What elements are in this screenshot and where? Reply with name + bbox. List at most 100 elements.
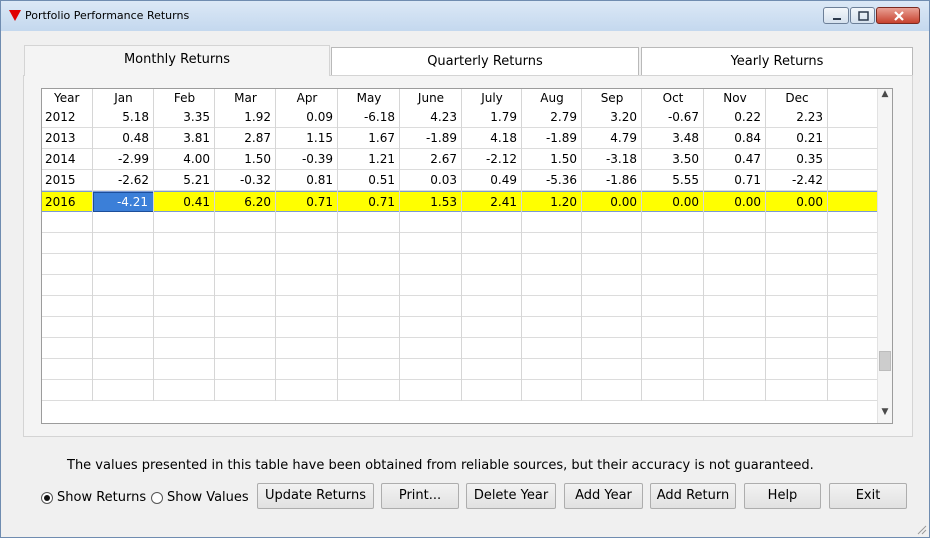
- vertical-scrollbar[interactable]: ▲ ▼: [877, 89, 892, 423]
- return-cell-dec[interactable]: 0.00: [766, 192, 828, 212]
- column-header-feb[interactable]: Feb: [154, 89, 215, 107]
- return-cell-oct[interactable]: 3.48: [642, 128, 704, 148]
- return-cell-aug[interactable]: -1.89: [522, 128, 582, 148]
- return-cell-sep[interactable]: -3.18: [582, 149, 642, 169]
- scroll-up-icon[interactable]: ▲: [878, 89, 892, 105]
- return-cell-feb[interactable]: 3.81: [154, 128, 215, 148]
- return-cell-apr[interactable]: -0.39: [276, 149, 338, 169]
- help-button[interactable]: Help: [744, 483, 821, 509]
- year-cell[interactable]: 2013: [42, 128, 93, 148]
- return-cell-mar[interactable]: 6.20: [215, 192, 276, 212]
- return-cell-nov[interactable]: 0.22: [704, 107, 766, 127]
- return-cell-feb[interactable]: 4.00: [154, 149, 215, 169]
- year-cell[interactable]: 2015: [42, 170, 93, 190]
- return-cell-june[interactable]: -1.89: [400, 128, 462, 148]
- return-cell-feb[interactable]: 0.41: [154, 192, 215, 212]
- return-cell-may[interactable]: 1.21: [338, 149, 400, 169]
- column-header-aug[interactable]: Aug: [522, 89, 582, 107]
- column-header-jan[interactable]: Jan: [93, 89, 154, 107]
- tab-yearly-returns[interactable]: Yearly Returns: [641, 47, 913, 75]
- column-header-july[interactable]: July: [462, 89, 522, 107]
- return-cell-jan[interactable]: 5.18: [93, 107, 154, 127]
- column-header-mar[interactable]: Mar: [215, 89, 276, 107]
- return-cell-dec[interactable]: -2.42: [766, 170, 828, 190]
- return-cell-sep[interactable]: 4.79: [582, 128, 642, 148]
- return-cell-june[interactable]: 2.67: [400, 149, 462, 169]
- print-button[interactable]: Print...: [381, 483, 459, 509]
- return-cell-june[interactable]: 4.23: [400, 107, 462, 127]
- return-cell-may[interactable]: 0.71: [338, 192, 400, 212]
- minimize-button[interactable]: [823, 7, 849, 24]
- radio-checked-icon: [41, 492, 53, 504]
- return-cell-dec[interactable]: 0.21: [766, 128, 828, 148]
- monthly-returns-panel: Year Jan Feb Mar Apr May June July Aug Sep Oct Nov D…: [23, 75, 913, 437]
- add-return-button[interactable]: Add Return: [650, 483, 736, 509]
- return-cell-oct[interactable]: -0.67: [642, 107, 704, 127]
- return-cell-july[interactable]: 0.49: [462, 170, 522, 190]
- return-cell-june[interactable]: 0.03: [400, 170, 462, 190]
- scroll-thumb[interactable]: [879, 351, 891, 371]
- resize-grip-icon[interactable]: [915, 523, 927, 535]
- column-header-oct[interactable]: Oct: [642, 89, 704, 107]
- return-cell-nov[interactable]: 0.71: [704, 170, 766, 190]
- exit-button[interactable]: Exit: [829, 483, 907, 509]
- scroll-down-icon[interactable]: ▼: [878, 407, 892, 423]
- maximize-button[interactable]: [850, 7, 875, 24]
- return-cell-june[interactable]: 1.53: [400, 192, 462, 212]
- year-cell[interactable]: 2016: [42, 192, 93, 212]
- add-year-button[interactable]: Add Year: [564, 483, 643, 509]
- return-cell-apr[interactable]: 0.81: [276, 170, 338, 190]
- return-cell-mar[interactable]: 1.50: [215, 149, 276, 169]
- return-cell-july[interactable]: 2.41: [462, 192, 522, 212]
- return-cell-may[interactable]: -6.18: [338, 107, 400, 127]
- column-header-nov[interactable]: Nov: [704, 89, 766, 107]
- return-cell-apr[interactable]: 0.71: [276, 192, 338, 212]
- return-cell-jan[interactable]: -2.62: [93, 170, 154, 190]
- return-cell-may[interactable]: 1.67: [338, 128, 400, 148]
- return-cell-jan[interactable]: -2.99: [93, 149, 154, 169]
- return-cell-apr[interactable]: 0.09: [276, 107, 338, 127]
- return-cell-aug[interactable]: 2.79: [522, 107, 582, 127]
- tab-monthly-returns[interactable]: Monthly Returns: [24, 45, 330, 76]
- column-header-apr[interactable]: Apr: [276, 89, 338, 107]
- return-cell-nov[interactable]: 0.00: [704, 192, 766, 212]
- return-cell-july[interactable]: -2.12: [462, 149, 522, 169]
- return-cell-feb[interactable]: 5.21: [154, 170, 215, 190]
- close-button[interactable]: [876, 7, 920, 24]
- column-header-sep[interactable]: Sep: [582, 89, 642, 107]
- return-cell-apr[interactable]: 1.15: [276, 128, 338, 148]
- return-cell-jan[interactable]: -4.21: [93, 192, 154, 212]
- delete-year-button[interactable]: Delete Year: [466, 483, 556, 509]
- return-cell-feb[interactable]: 3.35: [154, 107, 215, 127]
- return-cell-jan[interactable]: 0.48: [93, 128, 154, 148]
- year-cell[interactable]: 2012: [42, 107, 93, 127]
- return-cell-sep[interactable]: -1.86: [582, 170, 642, 190]
- return-cell-mar[interactable]: 2.87: [215, 128, 276, 148]
- return-cell-oct[interactable]: 0.00: [642, 192, 704, 212]
- column-header-may[interactable]: May: [338, 89, 400, 107]
- return-cell-aug[interactable]: 1.20: [522, 192, 582, 212]
- return-cell-sep[interactable]: 3.20: [582, 107, 642, 127]
- return-cell-dec[interactable]: 0.35: [766, 149, 828, 169]
- return-cell-mar[interactable]: 1.92: [215, 107, 276, 127]
- column-header-june[interactable]: June: [400, 89, 462, 107]
- returns-grid[interactable]: Year Jan Feb Mar Apr May June July Aug Sep Oct Nov D…: [41, 88, 893, 424]
- return-cell-nov[interactable]: 0.47: [704, 149, 766, 169]
- return-cell-oct[interactable]: 5.55: [642, 170, 704, 190]
- return-cell-dec[interactable]: 2.23: [766, 107, 828, 127]
- return-cell-oct[interactable]: 3.50: [642, 149, 704, 169]
- return-cell-july[interactable]: 1.79: [462, 107, 522, 127]
- tab-quarterly-returns[interactable]: Quarterly Returns: [331, 47, 639, 75]
- column-header-dec[interactable]: Dec: [766, 89, 828, 107]
- update-returns-button[interactable]: Update Returns: [257, 483, 374, 509]
- return-cell-aug[interactable]: -5.36: [522, 170, 582, 190]
- return-cell-nov[interactable]: 0.84: [704, 128, 766, 148]
- title-bar[interactable]: Portfolio Performance Returns: [1, 1, 929, 31]
- return-cell-aug[interactable]: 1.50: [522, 149, 582, 169]
- return-cell-may[interactable]: 0.51: [338, 170, 400, 190]
- return-cell-sep[interactable]: 0.00: [582, 192, 642, 212]
- year-cell[interactable]: 2014: [42, 149, 93, 169]
- return-cell-mar[interactable]: -0.32: [215, 170, 276, 190]
- column-header-year[interactable]: Year: [42, 89, 93, 107]
- return-cell-july[interactable]: 4.18: [462, 128, 522, 148]
